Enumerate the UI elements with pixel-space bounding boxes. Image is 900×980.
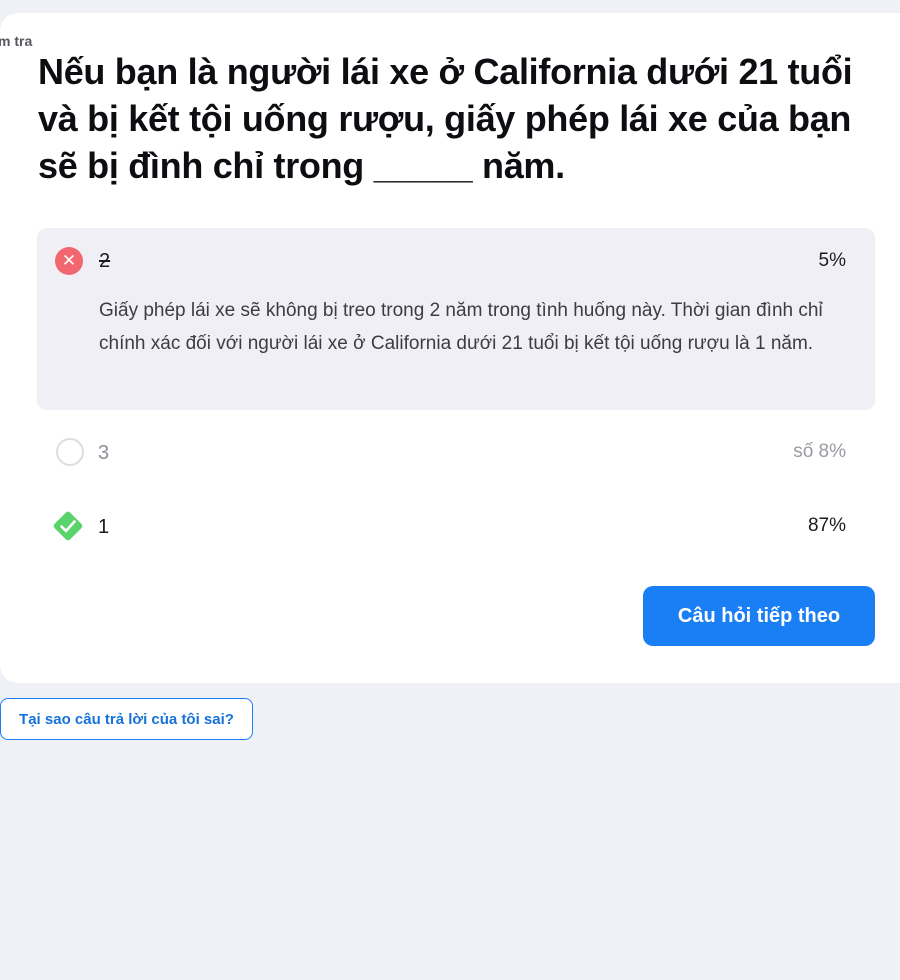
answer-percent: số 8% (793, 441, 846, 462)
answer-label: 3 (98, 442, 110, 464)
why-wrong-button[interactable]: Tại sao câu trả lời của tôi sai? (0, 698, 253, 740)
empty-circle-icon[interactable] (56, 438, 84, 466)
question-text: Nếu bạn là người lái xe ở California dướ… (38, 51, 853, 186)
answer-percent: 5% (818, 250, 846, 271)
answer-explanation: Giấy phép lái xe sẽ không bị treo trong … (99, 300, 823, 354)
answer-option-wrong[interactable]: ✕ 2 5% Giấy phép lái xe sẽ không bị treo… (37, 228, 875, 410)
answer-option-correct[interactable] (37, 494, 875, 558)
check-diamond-icon (53, 511, 83, 541)
answer-option[interactable] (37, 420, 875, 484)
section-label: m tra (0, 33, 33, 49)
answer-label: 2 (99, 250, 111, 272)
answer-label: 1 (98, 516, 110, 538)
answer-percent: 87% (807, 515, 846, 536)
x-icon: ✕ (55, 247, 83, 275)
next-question-button[interactable]: Câu hỏi tiếp theo (643, 586, 875, 646)
